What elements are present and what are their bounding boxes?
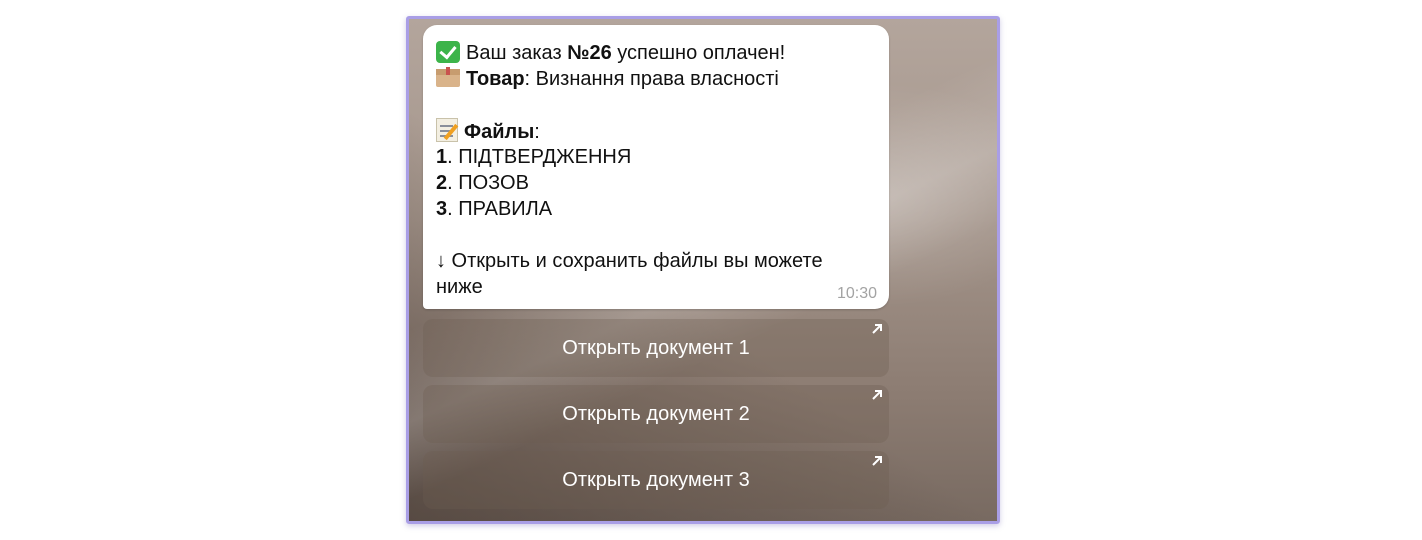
open-document-3-button[interactable]: Открыть документ 3: [423, 451, 889, 509]
chat-window: Ваш заказ №26 успешно оплачен! Товар: Ви…: [406, 16, 1000, 524]
order-status-line: Ваш заказ №26 успешно оплачен!: [436, 40, 823, 66]
open-document-2-button[interactable]: Открыть документ 2: [423, 385, 889, 443]
message-text: Ваш заказ №26 успешно оплачен! Товар: Ви…: [436, 40, 823, 300]
footer-line: ↓ Открыть и сохранить файлы вы можете: [436, 250, 823, 272]
footer-line: ниже: [436, 276, 483, 298]
external-link-icon: [872, 390, 882, 400]
memo-icon: [436, 118, 458, 142]
file-item: 3. ПРАВИЛА: [436, 198, 553, 220]
file-item: 2. ПОЗОВ: [436, 172, 529, 194]
order-number: №26: [567, 42, 612, 64]
message-bubble: Ваш заказ №26 успешно оплачен! Товар: Ви…: [423, 25, 889, 309]
message-time: 10:30: [836, 285, 877, 302]
button-label: Открыть документ 2: [562, 402, 750, 425]
button-label: Открыть документ 3: [562, 468, 750, 491]
file-item: 1. ПІДТВЕРДЖЕННЯ: [436, 146, 632, 168]
button-label: Открыть документ 1: [562, 336, 750, 359]
check-mark-icon: [436, 41, 460, 63]
open-document-1-button[interactable]: Открыть документ 1: [423, 319, 889, 377]
files-header: Файлы:: [436, 118, 823, 144]
external-link-icon: [872, 456, 882, 466]
package-icon: [436, 67, 460, 87]
product-line: Товар: Визнання права власності: [436, 66, 823, 92]
external-link-icon: [872, 324, 882, 334]
